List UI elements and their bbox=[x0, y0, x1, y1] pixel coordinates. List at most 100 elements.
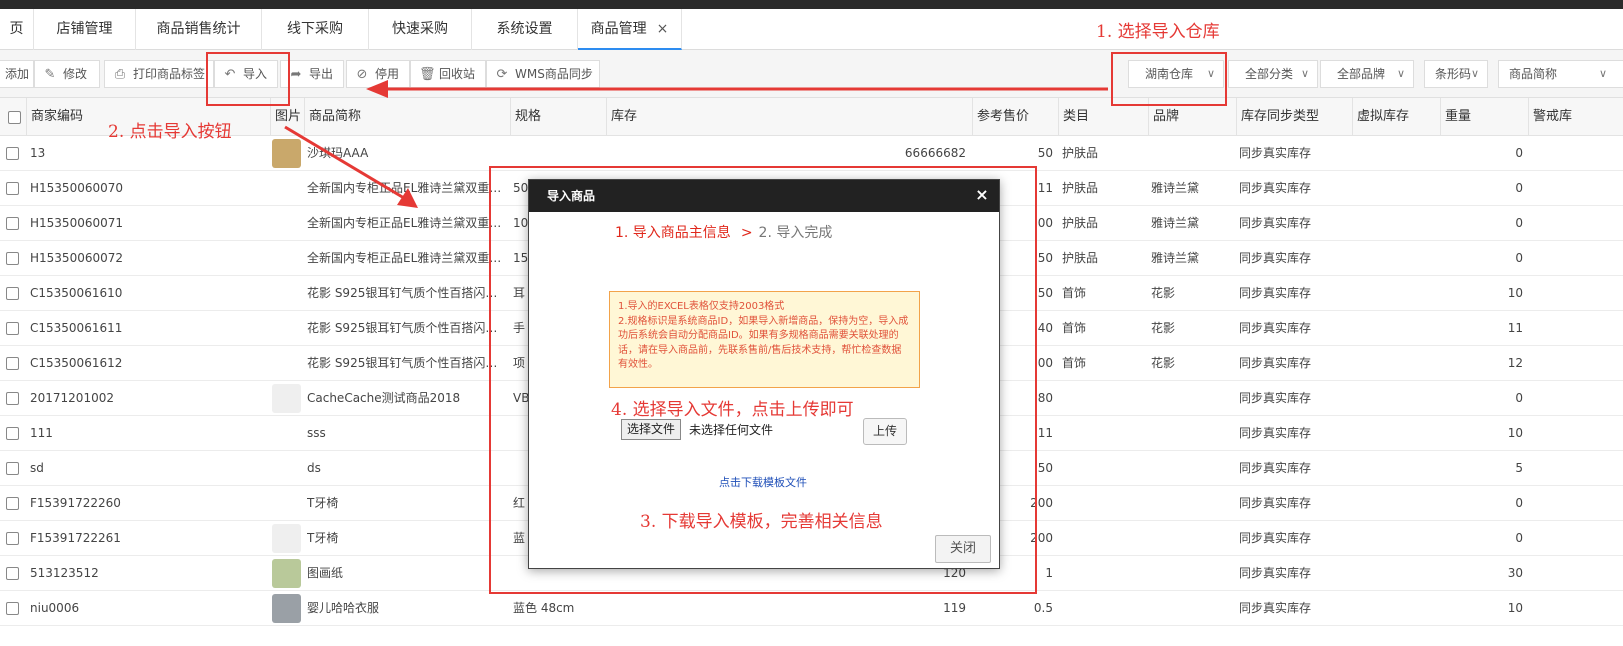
cell-brand: 雅诗兰黛 bbox=[1151, 216, 1200, 230]
cell-weight: 10 bbox=[1507, 286, 1523, 300]
cell-category: 首饰 bbox=[1062, 356, 1087, 370]
product-thumbnail[interactable] bbox=[272, 524, 301, 553]
cell-brand: 雅诗兰黛 bbox=[1151, 181, 1200, 195]
annotation-step-3: 3. 下载导入模板，完善相关信息 bbox=[640, 512, 883, 532]
row-checkbox[interactable] bbox=[6, 322, 19, 335]
cell-weight: 11 bbox=[1507, 321, 1523, 335]
brand-select[interactable]: 全部品牌 ∨ bbox=[1320, 60, 1414, 88]
row-checkbox[interactable] bbox=[6, 602, 19, 615]
chevron-down-icon: ∨ bbox=[1396, 67, 1405, 80]
wms-sync-button[interactable]: ⟳ WMS商品同步 bbox=[486, 60, 600, 88]
cell-name: T牙椅 bbox=[307, 531, 339, 545]
cell-code: 513123512 bbox=[30, 566, 99, 580]
row-checkbox[interactable] bbox=[6, 532, 19, 545]
column-header-virtual-stock[interactable]: 虚拟库存 bbox=[1352, 98, 1440, 136]
cell-category bbox=[1062, 556, 1146, 591]
cell-sync: 同步真实库存 bbox=[1239, 391, 1312, 405]
product-thumbnail[interactable] bbox=[272, 139, 301, 168]
cell-brand bbox=[1151, 451, 1235, 486]
cell-category: 护肤品 bbox=[1062, 216, 1099, 230]
cell-name: 花影 S925银耳钉气质个性百搭闪钻… bbox=[307, 356, 505, 370]
column-header-weight[interactable]: 重量 bbox=[1440, 98, 1528, 136]
cell-name: 花影 S925银耳钉气质个性百搭闪钻… bbox=[307, 321, 505, 335]
recycle-bin-button-label: 回收站 bbox=[439, 67, 476, 81]
print-label-button[interactable]: ⎙ 打印商品标签 bbox=[104, 60, 214, 88]
row-checkbox[interactable] bbox=[6, 427, 19, 440]
column-header-price[interactable]: 参考售价 bbox=[972, 98, 1058, 136]
edit-button[interactable]: ✎ 修改 bbox=[34, 60, 100, 88]
cell-brand bbox=[1151, 416, 1235, 451]
cell-brand bbox=[1151, 381, 1235, 416]
disable-button[interactable]: ⊘ 停用 bbox=[346, 60, 410, 88]
cell-sync: 同步真实库存 bbox=[1239, 566, 1312, 580]
product-thumbnail[interactable] bbox=[272, 594, 301, 623]
cell-brand: 花影 bbox=[1151, 286, 1176, 300]
category-select[interactable]: 全部分类 ∨ bbox=[1228, 60, 1318, 88]
tab-label: 页 bbox=[9, 21, 24, 37]
column-header-name[interactable]: 商品简称 bbox=[304, 98, 510, 136]
tab-bar: 页 店铺管理 商品销售统计 线下采购 快速采购 系统设置 商品管理 × bbox=[0, 9, 1623, 50]
cell-weight: 0 bbox=[1515, 531, 1523, 545]
edit-button-label: 修改 bbox=[63, 67, 88, 81]
row-checkbox[interactable] bbox=[6, 182, 19, 195]
tab-sales-statistics[interactable]: 商品销售统计 bbox=[136, 9, 262, 50]
cell-name: 图画纸 bbox=[307, 566, 344, 580]
product-thumbnail[interactable] bbox=[272, 384, 301, 413]
barcode-select[interactable]: 条形码 ∨ bbox=[1424, 60, 1488, 88]
tab-system-settings[interactable]: 系统设置 bbox=[472, 9, 578, 50]
row-checkbox[interactable] bbox=[6, 567, 19, 580]
row-checkbox[interactable] bbox=[6, 147, 19, 160]
cell-category bbox=[1062, 521, 1146, 556]
tab-close-icon[interactable]: × bbox=[657, 21, 669, 37]
tab-quick-purchase[interactable]: 快速采购 bbox=[369, 9, 472, 50]
tab-home[interactable]: 页 bbox=[0, 9, 34, 50]
annotation-step-2: 2. 点击导入按钮 bbox=[108, 122, 232, 142]
tab-product-management[interactable]: 商品管理 × bbox=[578, 9, 682, 50]
cell-sync: 同步真实库存 bbox=[1239, 286, 1312, 300]
tab-label: 店铺管理 bbox=[56, 21, 113, 37]
tab-store-management[interactable]: 店铺管理 bbox=[34, 9, 136, 50]
cell-category: 护肤品 bbox=[1062, 146, 1099, 160]
cell-brand bbox=[1151, 556, 1235, 591]
cell-stock: 119 bbox=[943, 601, 966, 615]
cell-weight: 30 bbox=[1507, 566, 1523, 580]
cell-code: F15391722261 bbox=[30, 531, 121, 545]
add-button[interactable]: 添加 bbox=[0, 60, 34, 88]
brand-select-value: 全部品牌 bbox=[1337, 67, 1386, 81]
column-header-stock[interactable]: 库存 bbox=[606, 98, 972, 136]
column-header-spec[interactable]: 规格 bbox=[510, 98, 606, 136]
cell-sync: 同步真实库存 bbox=[1239, 496, 1312, 510]
cell-category: 护肤品 bbox=[1062, 181, 1099, 195]
cell-category bbox=[1062, 486, 1146, 521]
row-checkbox[interactable] bbox=[6, 217, 19, 230]
row-checkbox[interactable] bbox=[6, 357, 19, 370]
row-checkbox[interactable] bbox=[6, 287, 19, 300]
row-checkbox[interactable] bbox=[6, 252, 19, 265]
cell-name: 全新国内专柜正品EL雅诗兰黛双重滋… bbox=[307, 181, 505, 195]
print-label-button-label: 打印商品标签 bbox=[133, 67, 206, 81]
row-checkbox[interactable] bbox=[6, 497, 19, 510]
cell-code: niu0006 bbox=[30, 601, 80, 615]
recycle-bin-button[interactable]: 🗑 回收站 bbox=[410, 60, 486, 88]
cell-weight: 0 bbox=[1515, 496, 1523, 510]
row-checkbox[interactable] bbox=[6, 392, 19, 405]
cell-code: C15350061611 bbox=[30, 321, 123, 335]
cell-sync: 同步真实库存 bbox=[1239, 321, 1312, 335]
short-name-select[interactable]: 商品简称 ∨ bbox=[1498, 60, 1623, 88]
cell-category bbox=[1062, 416, 1146, 451]
barcode-select-value: 条形码 bbox=[1435, 67, 1472, 81]
table-row[interactable]: niu0006 婴儿哈哈衣服 蓝色 48cm 119 0.5 同步真实库存 10 bbox=[0, 591, 1623, 626]
tab-label: 系统设置 bbox=[496, 21, 553, 37]
column-header-alert-stock[interactable]: 警戒库 bbox=[1528, 98, 1623, 136]
cell-name: ds bbox=[307, 461, 321, 475]
edit-icon: ✎ bbox=[44, 67, 56, 82]
row-checkbox[interactable] bbox=[6, 462, 19, 475]
tab-offline-purchase[interactable]: 线下采购 bbox=[262, 9, 369, 50]
tab-label: 线下采购 bbox=[287, 21, 343, 37]
product-thumbnail[interactable] bbox=[272, 559, 301, 588]
column-header-sync-type[interactable]: 库存同步类型 bbox=[1236, 98, 1352, 136]
cell-name: 沙琪玛AAA bbox=[307, 146, 369, 160]
sync-icon: ⟳ bbox=[496, 67, 508, 82]
cell-brand bbox=[1151, 136, 1235, 171]
select-all-checkbox[interactable] bbox=[8, 111, 21, 124]
